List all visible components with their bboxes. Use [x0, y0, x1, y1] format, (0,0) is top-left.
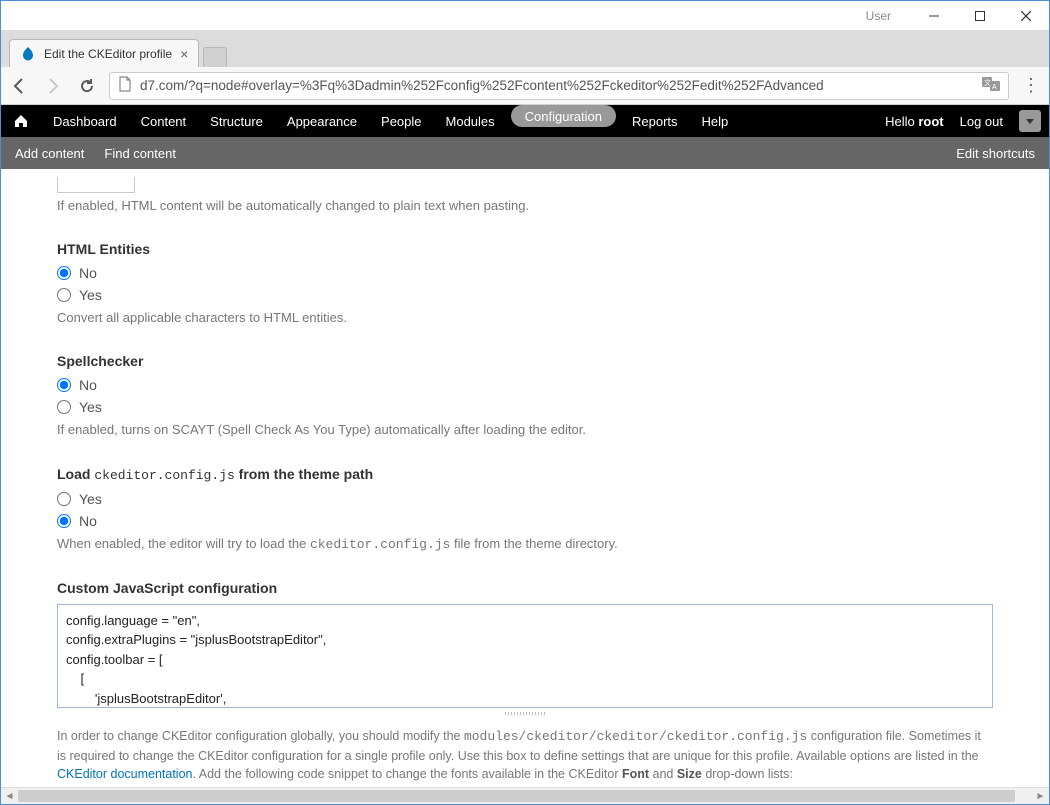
spell-help: If enabled, turns on SCAYT (Spell Check …: [57, 421, 993, 439]
hscroll-left-arrow[interactable]: ◄: [1, 788, 18, 804]
entities-help: Convert all applicable characters to HTM…: [57, 309, 993, 327]
shortcut-bar: Add content Find content Edit shortcuts: [1, 137, 1049, 169]
browser-toolbar: d7.com/?q=node#overlay=%3Fq%3Dadmin%252F…: [1, 67, 1049, 105]
window-frame: User Edit the CKEditor profile ×: [0, 0, 1050, 805]
entities-no-row[interactable]: No: [57, 265, 993, 281]
fn-b1: Font: [622, 767, 649, 781]
admin-link-appearance[interactable]: Appearance: [275, 105, 369, 137]
page-info-icon[interactable]: [118, 76, 132, 95]
fn-t5: drop-down lists:: [702, 767, 793, 781]
page-viewport: Dashboard Content Structure Appearance P…: [1, 105, 1049, 787]
admin-dropdown-toggle[interactable]: [1019, 110, 1041, 132]
hscroll-right-arrow[interactable]: ►: [1032, 788, 1049, 804]
admin-link-people[interactable]: People: [369, 105, 433, 137]
loadcfg-radio-no[interactable]: [57, 514, 71, 528]
maximize-button[interactable]: [957, 1, 1003, 31]
form-content: If enabled, HTML content will be automat…: [1, 169, 1049, 787]
shortcut-find-content[interactable]: Find content: [104, 146, 176, 161]
entities-radio-no[interactable]: [57, 266, 71, 280]
prev-field-bottom[interactable]: [57, 177, 135, 193]
admin-link-modules[interactable]: Modules: [434, 105, 507, 137]
customjs-textarea[interactable]: [57, 604, 993, 708]
shortcut-add-content[interactable]: Add content: [15, 146, 84, 161]
tab-close-icon[interactable]: ×: [180, 46, 188, 62]
paste-help: If enabled, HTML content will be automat…: [57, 197, 993, 215]
close-button[interactable]: [1003, 1, 1049, 31]
titlebar: User: [1, 1, 1049, 31]
loadcfg-no-text: No: [79, 513, 97, 529]
loadcfg-radio-yes[interactable]: [57, 492, 71, 506]
loadcfg-code: ckeditor.config.js: [94, 468, 234, 483]
fn-t1: In order to change CKEditor configuratio…: [57, 729, 464, 743]
textarea-resizer[interactable]: [57, 711, 993, 717]
spell-yes-text: Yes: [79, 399, 102, 415]
admin-link-reports[interactable]: Reports: [620, 105, 690, 137]
translate-icon[interactable]: 文A: [982, 77, 1000, 94]
fn-b2: Size: [677, 767, 702, 781]
customjs-footnote: In order to change CKEditor configuratio…: [57, 727, 993, 783]
forward-button[interactable]: [41, 74, 65, 98]
os-user-label: User: [866, 9, 891, 23]
admin-link-configuration[interactable]: Configuration: [511, 105, 616, 127]
customjs-label: Custom JavaScript configuration: [57, 580, 993, 596]
loadcfg-yes-text: Yes: [79, 491, 102, 507]
drupal-favicon-icon: [20, 46, 36, 62]
browser-tabstrip: Edit the CKEditor profile ×: [1, 31, 1049, 67]
entities-yes-text: Yes: [79, 287, 102, 303]
loadcfg-label: Load ckeditor.config.js from the theme p…: [57, 466, 993, 483]
spell-radio-yes[interactable]: [57, 400, 71, 414]
loadcfg-help-suffix: file from the theme directory.: [450, 536, 617, 551]
back-button[interactable]: [7, 74, 31, 98]
loadcfg-no-row[interactable]: No: [57, 513, 993, 529]
loadcfg-prefix: Load: [57, 466, 94, 482]
admin-link-content[interactable]: Content: [129, 105, 199, 137]
admin-logout-link[interactable]: Log out: [960, 114, 1003, 129]
loadcfg-suffix: from the theme path: [235, 466, 373, 482]
entities-radio-yes[interactable]: [57, 288, 71, 302]
loadcfg-help-prefix: When enabled, the editor will try to loa…: [57, 536, 310, 551]
admin-menu-links: Dashboard Content Structure Appearance P…: [41, 105, 740, 137]
entities-yes-row[interactable]: Yes: [57, 287, 993, 303]
tab-title: Edit the CKEditor profile: [44, 47, 172, 61]
svg-text:文: 文: [984, 78, 991, 87]
address-bar[interactable]: d7.com/?q=node#overlay=%3Fq%3Dadmin%252F…: [109, 72, 1009, 100]
fn-c1: modules/ckeditor/ckeditor/ckeditor.confi…: [464, 729, 807, 744]
spell-no-row[interactable]: No: [57, 377, 993, 393]
admin-home-icon[interactable]: [1, 113, 41, 129]
admin-link-structure[interactable]: Structure: [198, 105, 275, 137]
hello-prefix: Hello: [885, 114, 918, 129]
shortcut-edit[interactable]: Edit shortcuts: [956, 146, 1035, 161]
admin-link-dashboard[interactable]: Dashboard: [41, 105, 129, 137]
browser-menu-button[interactable]: ⋮: [1019, 74, 1043, 98]
loadcfg-help: When enabled, the editor will try to loa…: [57, 535, 993, 554]
fn-t4: and: [649, 767, 677, 781]
spell-yes-row[interactable]: Yes: [57, 399, 993, 415]
admin-toolbar: Dashboard Content Structure Appearance P…: [1, 105, 1049, 137]
entities-no-text: No: [79, 265, 97, 281]
minimize-button[interactable]: [911, 1, 957, 31]
ckeditor-docs-link[interactable]: CKEditor documentation: [57, 767, 193, 781]
reload-button[interactable]: [75, 74, 99, 98]
spell-label: Spellchecker: [57, 353, 993, 369]
hscroll-thumb[interactable]: [18, 790, 1015, 802]
fn-t3: . Add the following code snippet to chan…: [193, 767, 622, 781]
hello-username[interactable]: root: [918, 114, 943, 129]
horizontal-scrollbar[interactable]: ◄ ►: [1, 787, 1049, 804]
spell-radio-no[interactable]: [57, 378, 71, 392]
new-tab-button[interactable]: [203, 47, 227, 67]
hscroll-track[interactable]: [18, 788, 1032, 804]
admin-hello: Hello root: [885, 114, 944, 129]
loadcfg-help-code: ckeditor.config.js: [310, 537, 450, 552]
browser-tab[interactable]: Edit the CKEditor profile ×: [9, 39, 199, 67]
svg-text:A: A: [992, 84, 997, 91]
spell-no-text: No: [79, 377, 97, 393]
admin-link-help[interactable]: Help: [690, 105, 741, 137]
page-scroll[interactable]: If enabled, HTML content will be automat…: [1, 169, 1049, 787]
url-text: d7.com/?q=node#overlay=%3Fq%3Dadmin%252F…: [140, 78, 974, 93]
entities-label: HTML Entities: [57, 241, 993, 257]
loadcfg-yes-row[interactable]: Yes: [57, 491, 993, 507]
